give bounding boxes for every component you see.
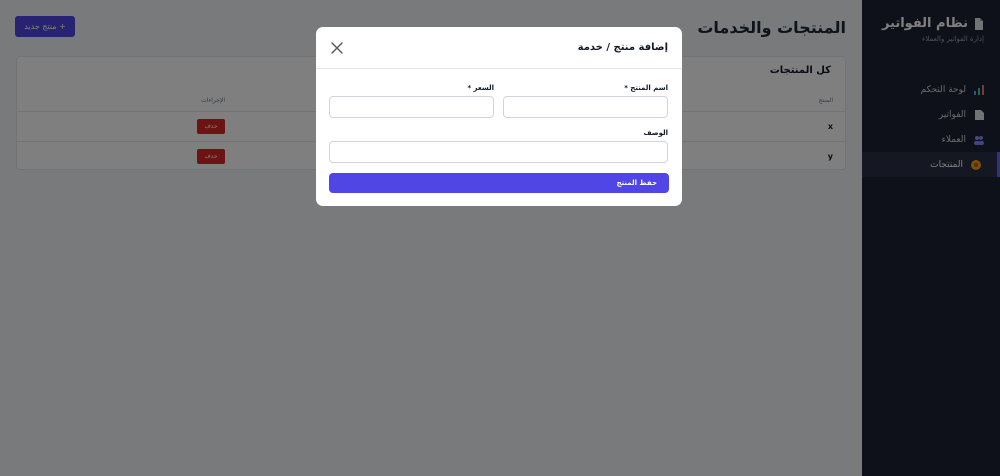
description-label: الوصف xyxy=(643,129,668,137)
description-input[interactable] xyxy=(329,141,668,163)
modal-title: إضافة منتج / خدمة xyxy=(577,42,668,53)
modal-header: إضافة منتج / خدمة xyxy=(316,27,682,69)
price-input[interactable] xyxy=(329,96,494,118)
product-name-label: اسم المنتج * xyxy=(624,84,668,92)
close-icon xyxy=(331,42,343,54)
save-product-button[interactable]: حفظ المنتج xyxy=(329,173,669,193)
price-label: السعر * xyxy=(467,84,494,92)
product-name-input[interactable] xyxy=(503,96,668,118)
add-product-modal: إضافة منتج / خدمة اسم المنتج * السعر * ا… xyxy=(316,27,682,206)
close-button[interactable] xyxy=(330,41,344,55)
